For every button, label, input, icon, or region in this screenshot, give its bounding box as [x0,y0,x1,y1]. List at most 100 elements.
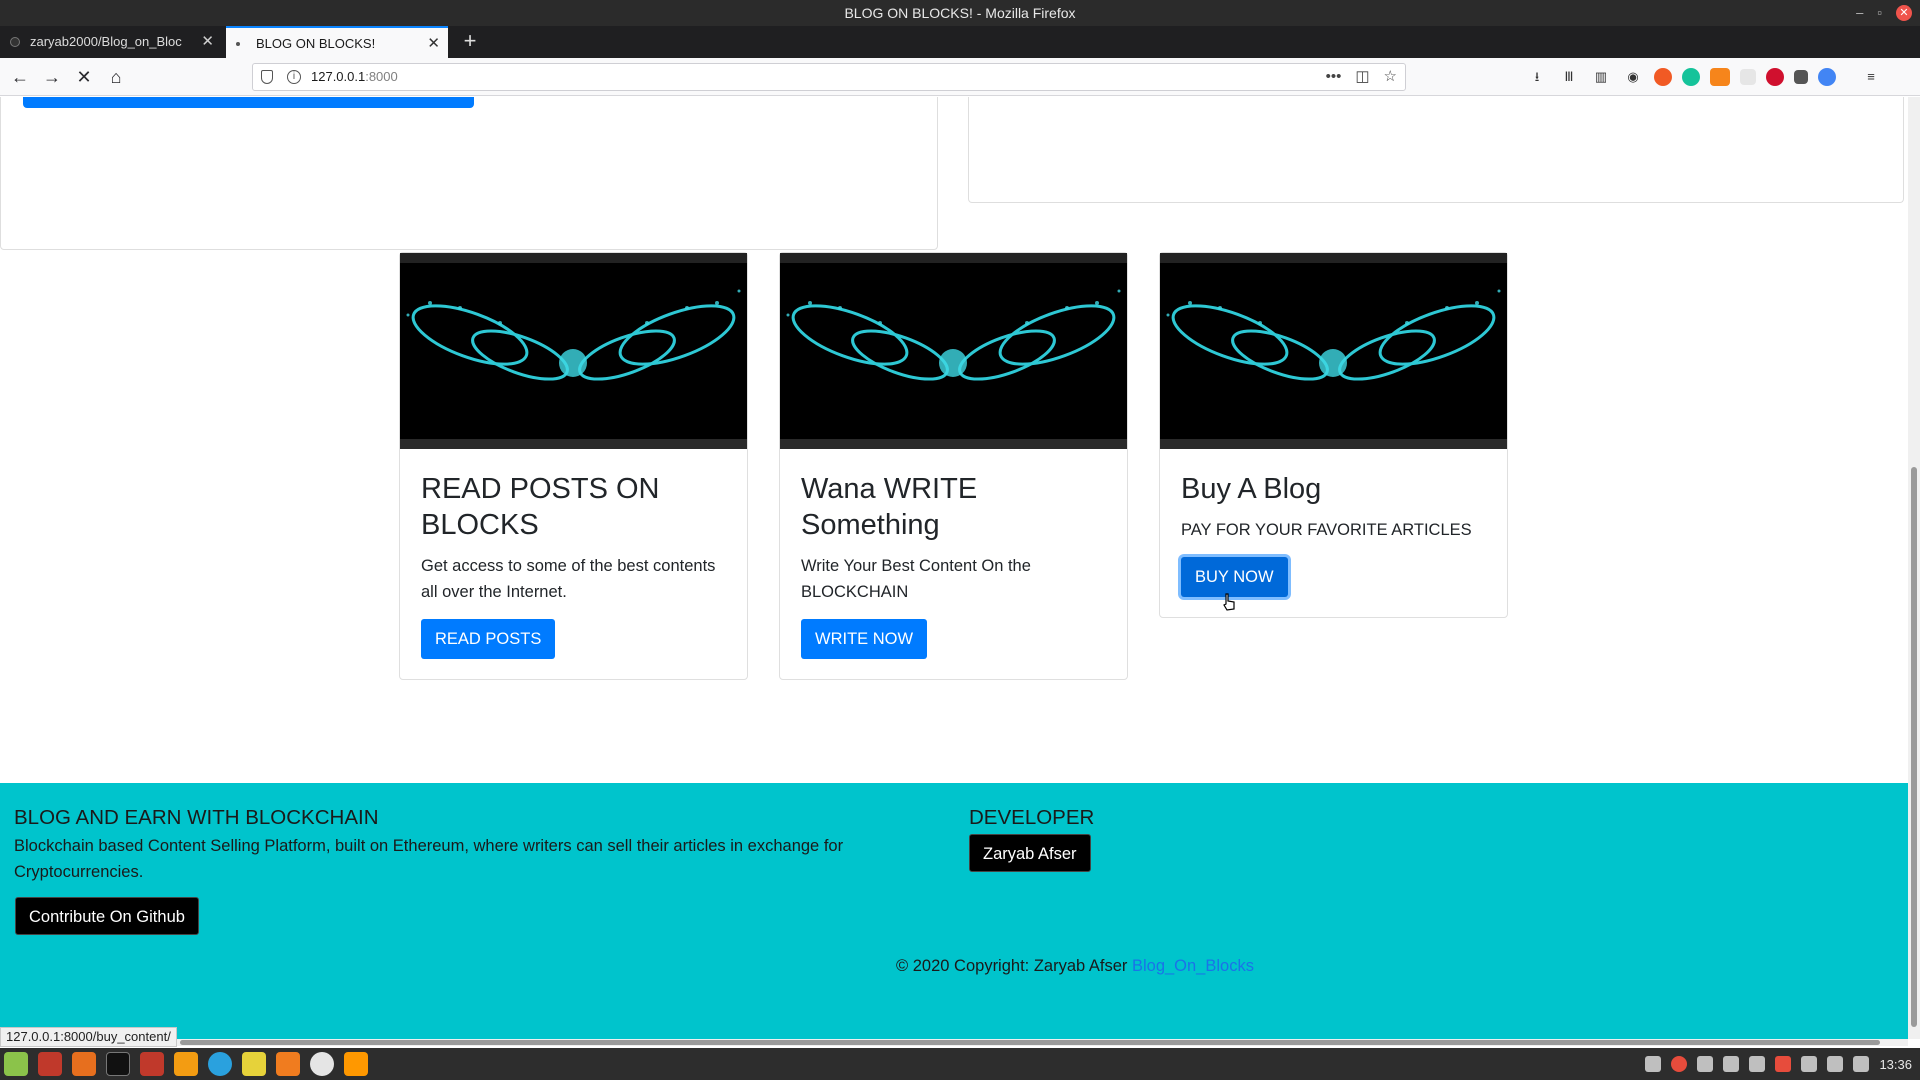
extension-icon[interactable] [1740,69,1756,85]
metamask-icon[interactable] [1710,68,1730,86]
notes-icon[interactable] [242,1052,266,1076]
location-icon[interactable] [1749,1056,1766,1072]
footer-title: BLOG AND EARN WITH BLOCKCHAIN [14,806,379,829]
os-taskbar: 13:36 [0,1048,1920,1080]
feature-card-buy: Buy A Blog PAY FOR YOUR FAVORITE ARTICLE… [1159,252,1508,618]
library-icon[interactable]: Ⅲ [1558,66,1580,88]
back-icon[interactable]: ← [8,65,32,89]
tab-label: zaryab2000/Blog_on_Bloc [30,34,182,49]
maximize-icon[interactable]: ▫ [1877,0,1882,26]
copyright-text: © 2020 Copyright: Zaryab Afser [896,957,1128,975]
new-tab-icon[interactable]: + [456,26,484,58]
minimize-icon[interactable]: – [1856,0,1863,26]
adblock-icon[interactable] [1766,68,1784,86]
stop-icon[interactable]: ✕ [72,65,96,89]
close-tab-icon[interactable]: ✕ [201,26,214,58]
firefox-icon[interactable] [72,1052,96,1076]
vertical-scrollbar[interactable] [1908,97,1920,1039]
menu-icon[interactable]: ≡ [1860,66,1882,88]
clock[interactable]: 13:36 [1879,1057,1912,1072]
clipboard-icon[interactable] [1853,1056,1870,1072]
blockchain-handshake-image [1160,253,1507,449]
blockchain-handshake-image [400,253,747,449]
system-tray: 13:36 [1645,1048,1912,1080]
buy-now-button[interactable]: BUY NOW [1181,557,1288,597]
music-icon[interactable] [1827,1056,1844,1072]
close-tab-icon[interactable]: ✕ [427,28,440,58]
chrome-tray-icon[interactable] [1671,1056,1688,1072]
shield-tray-icon[interactable] [1697,1056,1714,1072]
url-text: 127.0.0.1:8000 [311,69,398,84]
taskbar-apps [4,1052,368,1076]
media-player-icon[interactable] [174,1052,198,1076]
telegram-icon[interactable] [208,1052,232,1076]
folder-icon[interactable] [38,1052,62,1076]
card-text: Write Your Best Content On the BLOCKCHAI… [801,557,1031,601]
tab-blog-on-blocks[interactable]: BLOG ON BLOCKS! ✕ [226,26,448,58]
more-actions-icon[interactable]: ••• [1326,64,1342,90]
hand-cursor-icon [1223,593,1235,611]
window-titlebar: BLOG ON BLOCKS! - Mozilla Firefox – ▫ ✕ [0,0,1920,26]
bluetooth-icon[interactable] [1723,1056,1740,1072]
terminal-icon[interactable] [106,1052,130,1076]
tab-label: BLOG ON BLOCKS! [256,36,376,51]
scrollbar-thumb[interactable] [180,1040,1880,1045]
chain-illustration [406,289,741,381]
horizontal-scrollbar[interactable] [0,1039,1908,1046]
wifi-icon[interactable] [1801,1056,1818,1072]
chain-illustration [1166,289,1501,381]
tab-strip: zaryab2000/Blog_on_Bloc ✕ BLOG ON BLOCKS… [0,26,1920,58]
start-menu-icon[interactable] [4,1052,28,1076]
card-text: PAY FOR YOUR FAVORITE ARTICLES [1181,521,1472,539]
window-controls: – ▫ ✕ [1856,0,1912,26]
slack-icon[interactable] [310,1052,334,1076]
github-icon [10,37,20,47]
url-bar[interactable]: i 127.0.0.1:8000 ••• ◫ ☆ [252,63,1406,91]
card-title: Buy A Blog [1181,473,1322,505]
shield-icon[interactable] [261,70,273,84]
star-icon[interactable]: ☆ [1384,64,1397,90]
scrollbar-thumb[interactable] [1911,467,1917,1027]
account-icon[interactable]: ◉ [1622,66,1644,88]
download-icon[interactable]: ⭳ [1526,66,1548,88]
feature-card-write: Wana WRITE Something Write Your Best Con… [779,252,1128,680]
blockchain-handshake-image [780,253,1127,449]
pocket-icon[interactable]: ◫ [1355,64,1369,90]
feature-card-read: READ POSTS ON BLOCKS Get access to some … [399,252,748,680]
developer-button[interactable]: Zaryab Afser [969,834,1091,872]
contribute-github-button[interactable]: Contribute On Github [15,897,199,935]
extension-icon[interactable] [1654,68,1672,86]
extension-icon[interactable] [1794,70,1808,84]
page-viewport: 0x74415bc4c4bf4baecc2dd372426f0a1d016fa9… [0,97,1908,1039]
anydesk-icon[interactable] [1775,1056,1792,1072]
card-title: READ POSTS ON BLOCKS [421,473,660,541]
camera-icon[interactable] [1645,1056,1662,1072]
account-address-button[interactable]: 0x74415bc4c4bf4baecc2dd372426f0a1d016fa9… [23,97,474,108]
grammarly-icon[interactable] [1682,68,1700,86]
chrome-icon[interactable] [1818,68,1836,86]
read-posts-button[interactable]: READ POSTS [421,619,556,659]
sidebar-icon[interactable]: ▥ [1590,66,1612,88]
toolbar-icons: ⭳ Ⅲ ▥ ◉ ≡ [1526,66,1882,88]
developer-title: DEVELOPER [969,806,1095,829]
account-card: 0x74415bc4c4bf4baecc2dd372426f0a1d016fa9… [0,97,938,250]
window-title: BLOG ON BLOCKS! - Mozilla Firefox [844,5,1076,21]
forward-icon[interactable]: → [40,65,64,89]
footer-description: Blockchain based Content Selling Platfor… [14,837,844,881]
close-window-icon[interactable]: ✕ [1896,5,1912,21]
url-actions: ••• ◫ ☆ [1326,64,1397,90]
write-now-button[interactable]: WRITE NOW [801,619,928,659]
copyright-link[interactable]: Blog_On_Blocks [1132,957,1254,975]
navigation-toolbar: ← → ✕ ⌂ i 127.0.0.1:8000 ••• ◫ ☆ ⭳ Ⅲ ▥ ◉… [0,58,1920,96]
editor-icon[interactable] [276,1052,300,1076]
tab-github[interactable]: zaryab2000/Blog_on_Bloc ✕ [0,26,222,58]
files-icon[interactable] [140,1052,164,1076]
loading-icon [236,42,240,46]
chain-illustration [786,289,1121,381]
sublime-icon[interactable] [344,1052,368,1076]
status-link-preview: 127.0.0.1:8000/buy_content/ [0,1027,177,1047]
home-icon[interactable]: ⌂ [104,65,128,89]
copyright: © 2020 Copyright: Zaryab Afser Blog_On_B… [0,957,1908,976]
info-icon[interactable]: i [287,70,301,84]
card-title: Wana WRITE Something [801,473,978,541]
